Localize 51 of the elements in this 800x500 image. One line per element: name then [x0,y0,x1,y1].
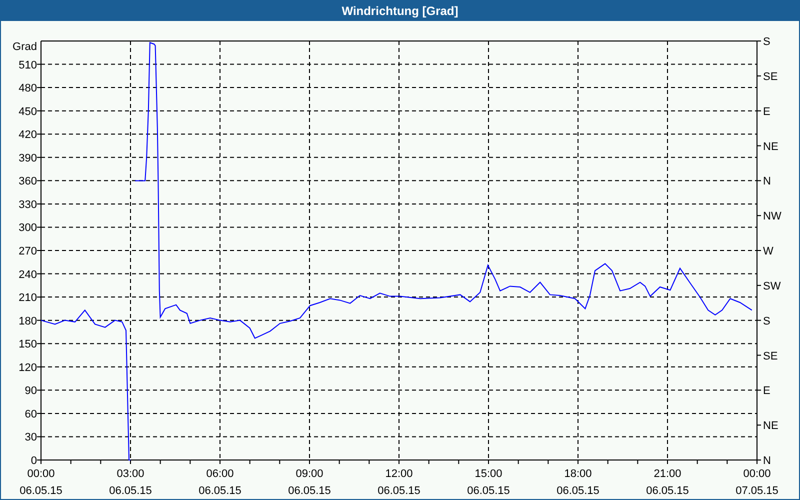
axis-label: E [763,106,770,118]
axis-label: 09:00 [296,468,324,480]
axis-label: 06.05.15 [467,485,510,497]
axis-label: 450 [18,106,37,118]
axis-label: 60 [24,408,37,420]
axis-label: 330 [18,198,37,211]
axis-label: 480 [18,82,37,95]
axis-label: 06.05.15 [378,485,420,497]
axis-label: 360 [18,176,37,188]
axis-label: 300 [18,222,37,234]
axis-label: 210 [18,292,37,304]
axis-label: E [763,385,770,398]
axis-label: 15:00 [474,468,502,480]
axis-label: 150 [18,338,37,351]
axis-label: 06.05.15 [556,485,600,497]
axis-label: 390 [18,152,37,164]
axis-label: 270 [18,246,37,258]
axis-label: 420 [18,129,37,142]
axis-label: 06.05.15 [198,485,242,497]
axis-label: NE [763,140,778,153]
axis-label: W [763,246,774,258]
axis-label: NE [763,420,778,432]
axis-label: SE [763,70,778,83]
axis-label: 06.05.15 [288,485,331,497]
axis-label: N [763,455,771,467]
axis-label: SE [763,350,778,362]
axis-label: 18:00 [564,468,592,480]
axis-label: S [763,36,770,48]
axis-title: Grad [12,41,37,53]
axis-label: 30 [24,432,37,444]
axis-label: 00:00 [743,468,771,480]
axis-label: SW [763,280,781,292]
axis-label: 510 [18,59,37,72]
window-title: Windrichtung [Grad] [342,4,458,18]
axis-label: 0 [30,455,37,467]
axis-label: 240 [18,268,37,281]
axis-label: 120 [18,362,37,374]
axis-label: 90 [24,385,37,398]
axis-label: 07.05.15 [736,485,778,497]
axis-label: 03:00 [116,468,144,480]
axis-label: 21:00 [654,468,682,480]
axis-label: 06.05.15 [109,485,152,497]
axis-label: 06:00 [206,468,234,480]
axis-label: 06.05.15 [646,485,689,497]
axis-label: 06.05.15 [20,485,62,497]
axis-label: S [763,315,770,328]
axis-label: NW [763,210,782,223]
axis-label: 12:00 [385,468,413,480]
axis-label: 180 [18,315,37,328]
axis-label: 00:00 [27,468,55,480]
axis-label: N [763,176,771,188]
